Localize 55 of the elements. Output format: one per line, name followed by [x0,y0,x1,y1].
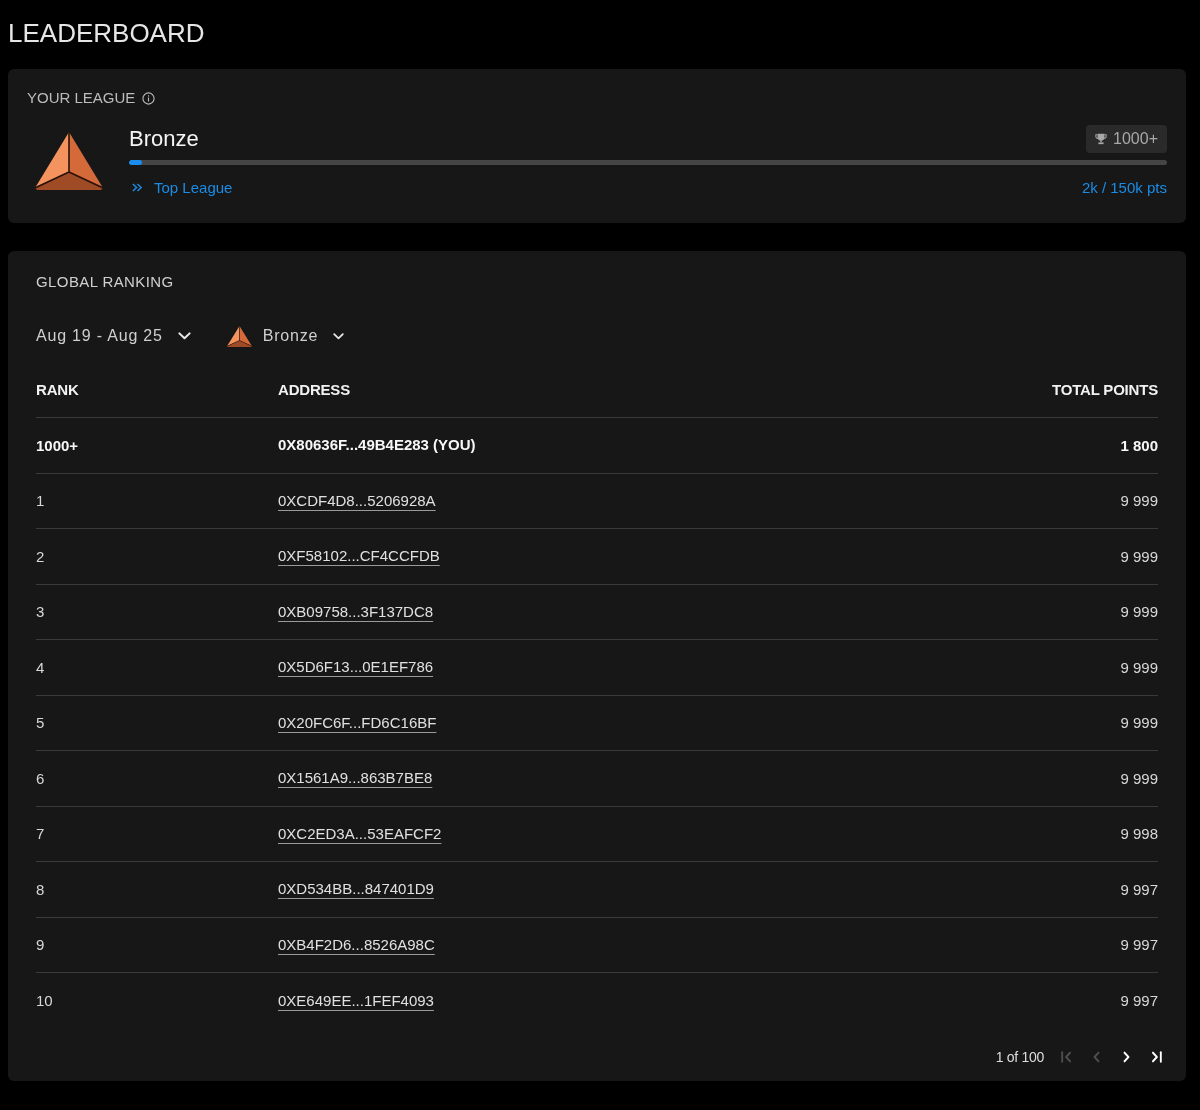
address-link[interactable]: 0XB09758...3F137DC8 [278,602,434,620]
league-dropdown[interactable]: Bronze [226,323,345,349]
address-link[interactable]: 0XD534BB...847401D9 [278,880,434,898]
points-cell: 9 997 [1120,880,1158,898]
address-link[interactable]: 0XCDF4D8...5206928A [278,491,436,509]
rank-cell: 4 [36,658,45,676]
rank-cell: 2 [36,547,45,565]
column-header: ADDRESS [278,381,350,398]
points-cell: 9 999 [1120,603,1158,621]
skip-first-icon [1060,1050,1072,1063]
address-text: 0X80636F...49B4E283 (YOU) [278,436,476,454]
rank-cell: 8 [36,880,45,898]
address-link[interactable]: 0X20FC6F...FD6C16BF [278,713,437,731]
points-cell: 9 999 [1120,769,1158,787]
info-icon [142,91,156,105]
points-cell: 9 999 [1120,714,1158,732]
rank-cell: 9 [36,936,45,954]
address-link[interactable]: 0XE649EE...1FEF4093 [278,991,434,1009]
points-cell: 9 999 [1120,492,1158,510]
chevron-down-icon [177,332,191,340]
points-cell: 9 998 [1120,825,1158,843]
points-cell: 9 999 [1120,658,1158,676]
rank-cell: 6 [36,769,45,787]
top-league-link[interactable]: Top League [132,178,233,196]
pyramid-icon [35,132,103,190]
address-link[interactable]: 0X1561A9...863B7BE8 [278,769,433,787]
skip-last-icon [1150,1050,1162,1063]
column-header: TOTAL POINTS [1052,381,1158,398]
rank-cell: 10 [36,992,53,1010]
address-link[interactable]: 0XB4F2D6...8526A98C [278,935,435,953]
rank-cell: 1 [36,492,45,510]
rank-cell: 3 [36,603,45,621]
column-header: RANK [36,381,79,398]
rank-cell: 5 [36,714,45,732]
points-progress: 2k / 150k pts [1081,178,1167,196]
pyramid-icon [226,325,252,347]
points-cell: 9 997 [1120,936,1158,954]
trophy-icon [1095,133,1108,145]
rank-label: 1000+ [1113,130,1158,148]
points-cell: 1 800 [1120,436,1158,454]
double-chevron-icon [132,182,143,192]
chevron-down-icon [333,332,345,340]
rank-cell: 1000+ [36,436,79,454]
date-dropdown[interactable]: Aug 19 - Aug 25 [36,323,191,349]
league-name: Bronze [129,125,199,153]
rank-cell: 7 [36,825,45,843]
address-link[interactable]: 0X5D6F13...0E1EF786 [278,658,434,676]
page-title: LEADERBOARD [8,18,205,48]
section-heading: YOUR LEAGUE [27,88,136,108]
points-cell: 9 999 [1120,547,1158,565]
points-cell: 9 997 [1120,992,1158,1010]
page-indicator: 1 of 100 [995,1048,1044,1065]
address-link[interactable]: 0XF58102...CF4CCFDB [278,547,440,565]
section-heading: GLOBAL RANKING [36,272,174,292]
address-link[interactable]: 0XC2ED3A...53EAFCF2 [278,824,442,842]
